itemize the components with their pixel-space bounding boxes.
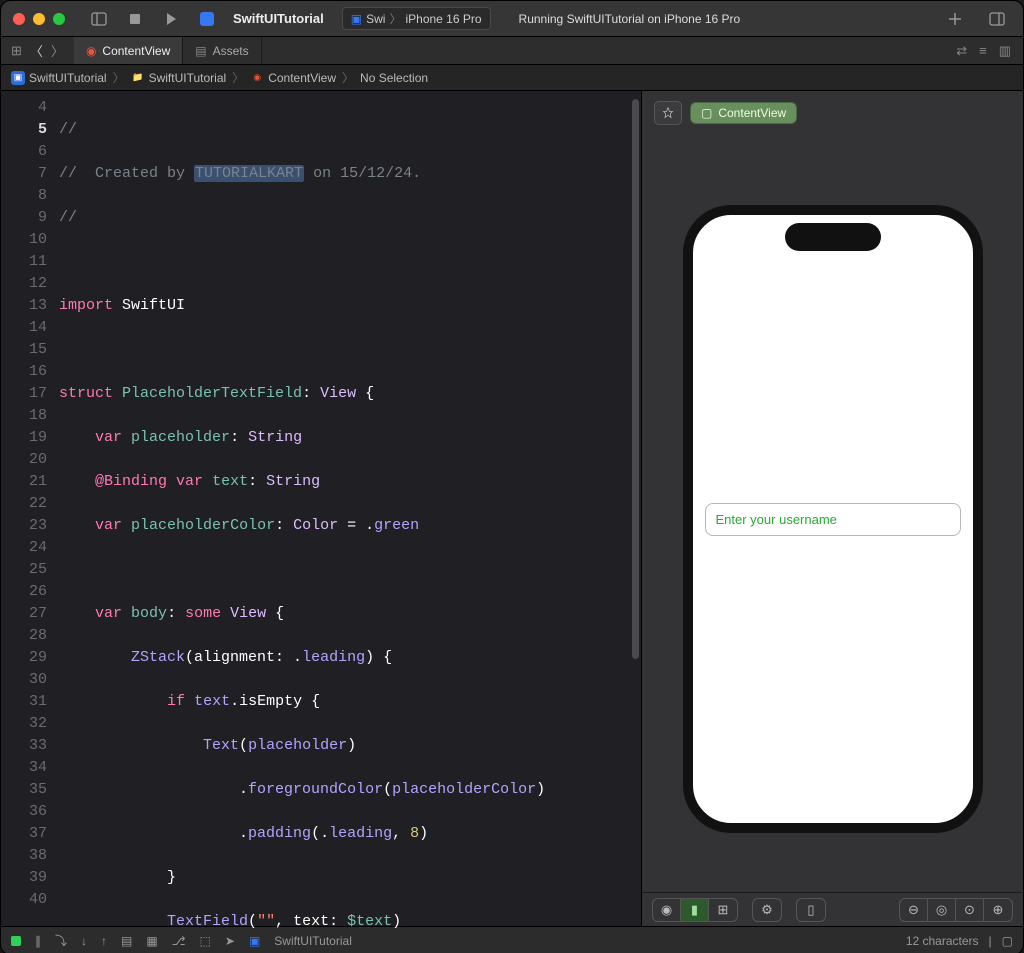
- file-icon: ▢: [701, 106, 712, 120]
- tab-label: ContentView: [102, 44, 170, 58]
- window-close[interactable]: [13, 13, 25, 25]
- titlebar: SwiftUITutorial ▣ Swi 〉 iPhone 16 Pro Ru…: [1, 1, 1023, 37]
- run-icon[interactable]: [157, 11, 185, 27]
- related-items-icon[interactable]: ⊞: [11, 43, 22, 59]
- build-status-indicator: [11, 936, 21, 946]
- tab-label: Assets: [213, 44, 249, 58]
- assets-icon: ▤: [195, 44, 206, 58]
- zoom-fit-button[interactable]: ◎: [928, 899, 956, 921]
- pause-icon[interactable]: ∥: [35, 934, 41, 948]
- sidebar-toggle-icon[interactable]: [85, 11, 113, 27]
- app-icon: [193, 11, 221, 27]
- preview-selector[interactable]: ▢ ContentView: [690, 102, 797, 124]
- preview-label: ContentView: [718, 106, 786, 120]
- chevron-right-icon: 〉: [389, 10, 401, 27]
- scheme-app-icon: ▣: [351, 12, 362, 26]
- zoom-in-button[interactable]: ⊕: [984, 899, 1012, 921]
- stop-icon[interactable]: [121, 11, 149, 27]
- refresh-icon[interactable]: ⇄: [956, 43, 967, 59]
- char-count: 12 characters: [906, 934, 979, 948]
- code-editor[interactable]: 4567891011121314151617181920212223242526…: [1, 91, 641, 926]
- breadcrumb-selection: No Selection: [360, 71, 428, 85]
- swift-icon: ◉: [250, 71, 264, 85]
- nav-back-icon[interactable]: 〈: [30, 41, 43, 60]
- window-minimize[interactable]: [33, 13, 45, 25]
- tab-bar: ⊞ 〈 〉 ◉ ContentView ▤ Assets ⇄ ≡ ▥: [1, 37, 1023, 65]
- scheme-selector[interactable]: ▣ Swi 〉 iPhone 16 Pro: [342, 7, 491, 30]
- scheme-app-label: Swi: [366, 12, 385, 26]
- chevron-icon: 〉: [342, 69, 354, 86]
- adjust-editor-icon[interactable]: ≡: [979, 43, 987, 58]
- plus-icon[interactable]: [941, 11, 969, 27]
- preview-panel: ▢ ContentView Enter your username ◉ ▮ ⊞ …: [641, 91, 1023, 926]
- username-textfield[interactable]: Enter your username: [705, 503, 961, 536]
- tab-assets[interactable]: ▤ Assets: [183, 37, 261, 64]
- line-gutter: 4567891011121314151617181920212223242526…: [1, 91, 59, 926]
- build-status: Running SwiftUITutorial on iPhone 16 Pro: [519, 12, 741, 26]
- iphone-simulator: Enter your username: [683, 205, 983, 833]
- window-zoom[interactable]: [53, 13, 65, 25]
- inspector-toggle-icon[interactable]: ▥: [999, 43, 1011, 59]
- panel-toggle-icon[interactable]: ▢: [1002, 934, 1013, 948]
- chevron-icon: 〉: [113, 69, 125, 86]
- swift-icon: ◉: [86, 44, 96, 58]
- folder-icon: 📁: [131, 71, 145, 85]
- device-settings-button[interactable]: ⚙: [753, 899, 781, 921]
- project-name: SwiftUITutorial: [233, 11, 324, 26]
- breadcrumb-folder: SwiftUITutorial: [149, 71, 227, 85]
- breadcrumb-file: ContentView: [268, 71, 336, 85]
- library-icon[interactable]: [983, 11, 1011, 27]
- orientation-button[interactable]: ▯: [797, 899, 825, 921]
- nav-forward-icon[interactable]: 〉: [51, 41, 64, 60]
- preview-toolbar: ◉ ▮ ⊞ ⚙ ▯ ⊖ ◎ ⊙ ⊕: [642, 892, 1023, 926]
- tab-contentview[interactable]: ◉ ContentView: [74, 37, 183, 64]
- selectable-preview-button[interactable]: ▮: [681, 899, 709, 921]
- breadcrumb[interactable]: ▣ SwiftUITutorial 〉 📁 SwiftUITutorial 〉 ◉ C…: [1, 65, 1023, 91]
- project-icon: ▣: [11, 71, 25, 85]
- pin-preview-button[interactable]: [654, 101, 682, 125]
- code-content[interactable]: // // Created by TUTORIALKART on 15/12/2…: [59, 91, 641, 926]
- zoom-out-button[interactable]: ⊖: [900, 899, 928, 921]
- scheme-device-label: iPhone 16 Pro: [405, 12, 481, 26]
- live-preview-button[interactable]: ◉: [653, 899, 681, 921]
- pin-icon: [662, 107, 674, 119]
- zoom-actual-button[interactable]: ⊙: [956, 899, 984, 921]
- breadcrumb-project: SwiftUITutorial: [29, 71, 107, 85]
- variants-button[interactable]: ⊞: [709, 899, 737, 921]
- chevron-icon: 〉: [232, 69, 244, 86]
- scrollbar[interactable]: [632, 99, 639, 659]
